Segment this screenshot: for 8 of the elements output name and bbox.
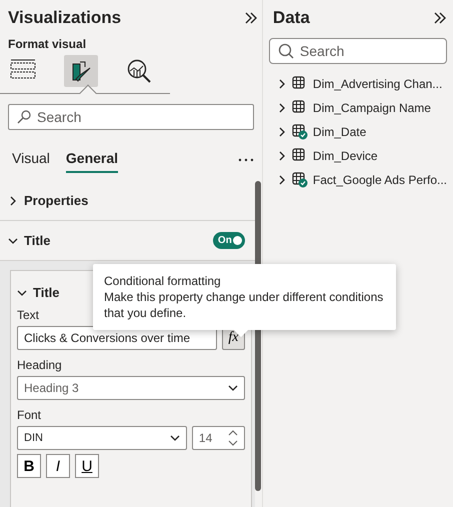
field-label: Heading [17, 358, 62, 372]
panel-title: Visualizations [8, 8, 122, 28]
tooltip-text: Make this property change under different conditions that you define. [104, 289, 384, 321]
field-label: Text [17, 308, 40, 322]
panel-title: Data [272, 8, 310, 28]
field-label: Font [17, 408, 42, 422]
section-label: Format visual [7, 36, 88, 51]
tooltip-title: Conditional formatting [104, 273, 222, 289]
